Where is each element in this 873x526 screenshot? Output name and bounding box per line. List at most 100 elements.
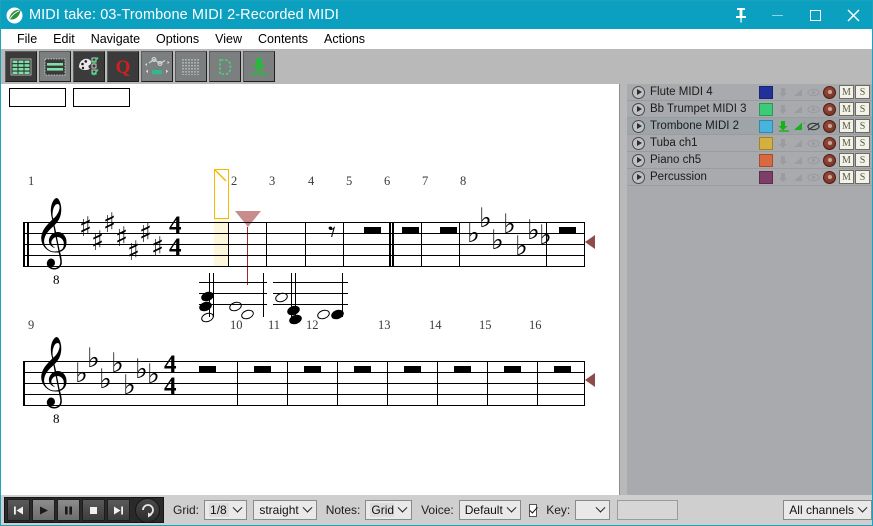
track-color-chip[interactable] (759, 119, 773, 133)
grid-select[interactable]: 1/8 (204, 500, 248, 520)
playhead-flag[interactable] (214, 169, 229, 219)
eye-monitor-icon[interactable] (806, 136, 821, 150)
record-arm-icon[interactable] (823, 136, 836, 150)
close-button[interactable] (834, 1, 872, 29)
solo-button[interactable]: S (855, 153, 870, 167)
track-row[interactable]: Flute MIDI 4 M S (627, 84, 872, 101)
menu-navigate[interactable]: Navigate (83, 29, 148, 49)
track-color-chip[interactable] (759, 153, 773, 167)
midi-input-icon[interactable] (776, 153, 791, 167)
mute-button[interactable]: M (839, 153, 854, 167)
grid-lines-button[interactable] (175, 51, 207, 82)
mute-button[interactable]: M (839, 136, 854, 150)
minimize-button[interactable] (758, 1, 796, 29)
header-field-2[interactable] (73, 87, 130, 107)
mute-button[interactable]: M (839, 119, 854, 133)
play-button[interactable] (32, 499, 55, 521)
import-button[interactable] (243, 51, 275, 82)
menu-contents[interactable]: Contents (250, 29, 316, 49)
mute-button[interactable]: M (839, 170, 854, 184)
notehead[interactable] (199, 311, 216, 324)
list-view-button[interactable] (39, 51, 71, 82)
track-color-chip[interactable] (759, 136, 773, 150)
track-row[interactable]: Piano ch5 M S (627, 152, 872, 169)
key-select[interactable] (575, 500, 611, 520)
stop-button[interactable] (82, 499, 105, 521)
solo-button[interactable]: S (855, 170, 870, 184)
eye-monitor-icon[interactable] (806, 170, 821, 184)
voice-select[interactable]: Default (458, 500, 521, 520)
pin-icon[interactable] (724, 1, 758, 29)
play-icon[interactable] (632, 170, 645, 184)
solo-button[interactable]: S (855, 102, 870, 116)
playback-end-marker[interactable] (585, 373, 595, 387)
chevron-down-icon (592, 501, 609, 519)
pause-button[interactable] (57, 499, 80, 521)
volume-ramp-icon[interactable] (791, 85, 806, 99)
record-arm-icon[interactable] (823, 153, 836, 167)
track-row[interactable]: Bb Trumpet MIDI 3 M S (627, 101, 872, 118)
key-checkbox[interactable] (528, 503, 538, 517)
whole-rest-icon (402, 227, 419, 233)
menu-edit[interactable]: Edit (45, 29, 83, 49)
play-icon[interactable] (632, 102, 645, 116)
eye-monitor-icon[interactable] (806, 153, 821, 167)
loop-region-button[interactable] (209, 51, 241, 82)
track-color-chip[interactable] (759, 102, 773, 116)
record-arm-icon[interactable] (823, 85, 836, 99)
track-name: Percussion (650, 171, 707, 183)
track-row[interactable]: Percussion M S (627, 169, 872, 186)
header-field-1[interactable] (9, 87, 66, 107)
eye-monitor-icon[interactable] (806, 119, 821, 133)
volume-ramp-icon[interactable] (791, 170, 806, 184)
velocity-curve-button[interactable] (141, 51, 173, 82)
midi-input-icon[interactable] (776, 102, 791, 116)
quantize-button[interactable]: Q (107, 51, 139, 82)
flat-icon: ♭ (491, 225, 504, 256)
maximize-button[interactable] (796, 1, 834, 29)
midi-input-icon[interactable] (776, 136, 791, 150)
key-text-field[interactable] (617, 500, 679, 520)
record-arm-icon[interactable] (823, 102, 836, 116)
menu-options[interactable]: Options (148, 29, 207, 49)
panel-splitter[interactable] (619, 84, 627, 495)
palette-button[interactable] (73, 51, 105, 82)
channels-select[interactable]: All channels (783, 500, 873, 520)
skip-to-end-button[interactable] (107, 499, 130, 521)
menu-file[interactable]: File (9, 29, 45, 49)
solo-button[interactable]: S (855, 85, 870, 99)
play-icon[interactable] (632, 85, 645, 99)
track-color-chip[interactable] (759, 170, 773, 184)
volume-ramp-icon[interactable]: 1 (791, 119, 806, 133)
score-canvas[interactable]: 1 2 3 4 5 6 7 8 𝄞 8 ♯ ♯ ♯ ♯ ♯ ♯ ♯ 4 4 𝄾 … (1, 110, 619, 495)
mute-button[interactable]: M (839, 85, 854, 99)
play-icon[interactable] (632, 119, 645, 133)
notes-select[interactable]: Grid (365, 500, 413, 520)
menu-actions[interactable]: Actions (316, 29, 373, 49)
volume-ramp-icon[interactable] (791, 153, 806, 167)
solo-button[interactable]: S (855, 136, 870, 150)
solo-button[interactable]: S (855, 119, 870, 133)
mute-button[interactable]: M (839, 102, 854, 116)
record-arm-icon[interactable] (823, 119, 836, 133)
eye-monitor-icon[interactable] (806, 85, 821, 99)
skip-to-start-button[interactable] (7, 499, 30, 521)
track-color-chip[interactable] (759, 85, 773, 99)
menu-view[interactable]: View (207, 29, 250, 49)
midi-input-icon[interactable] (776, 85, 791, 99)
midi-input-icon[interactable] (776, 119, 791, 133)
midi-input-icon[interactable] (776, 170, 791, 184)
track-row[interactable]: Trombone MIDI 2 1 M S (627, 118, 872, 135)
midi-editor-window: MIDI take: 03-Trombone MIDI 2-Recorded M… (0, 0, 873, 526)
grid-view-button[interactable] (5, 51, 37, 82)
volume-ramp-icon[interactable] (791, 102, 806, 116)
volume-ramp-icon[interactable] (791, 136, 806, 150)
swing-select[interactable]: straight (253, 500, 317, 520)
eye-monitor-icon[interactable] (806, 102, 821, 116)
play-icon[interactable] (632, 136, 645, 150)
playback-end-marker[interactable] (585, 235, 595, 249)
play-icon[interactable] (632, 153, 645, 167)
loop-button[interactable] (135, 497, 160, 523)
track-row[interactable]: Tuba ch1 M S (627, 135, 872, 152)
record-arm-icon[interactable] (823, 170, 836, 184)
